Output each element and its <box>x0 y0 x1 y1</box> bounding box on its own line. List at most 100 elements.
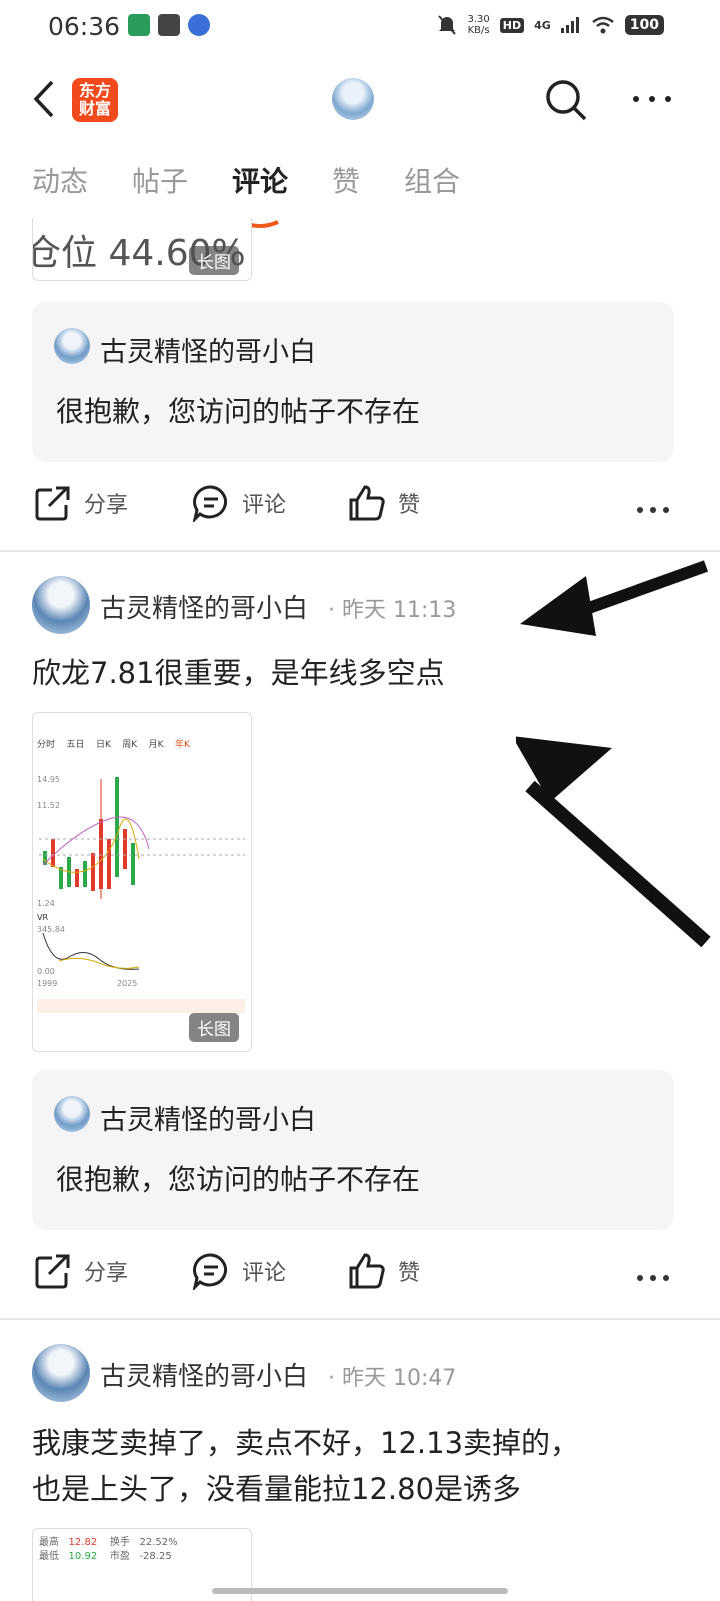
like-label: 赞 <box>398 493 421 518</box>
chart-label: 1999 <box>37 979 58 988</box>
volume-chart <box>42 932 140 970</box>
battery-indicator: 100 <box>624 15 664 35</box>
chart-label: 2025 <box>117 979 138 988</box>
post-image-thumbnail[interactable]: 仓位 44.60% 长图 <box>32 218 252 281</box>
long-image-tag: 长图 <box>189 246 239 275</box>
chart-tab: 分时 <box>37 740 56 750</box>
tab-portfolio[interactable]: 组合 <box>404 160 460 210</box>
wifi-icon <box>591 16 614 34</box>
thumb-row: 最低 10.92 市盈 -28.25 <box>39 1547 172 1562</box>
status-bar: 06:36 3.30 KB/s HD 4G 100 <box>0 0 720 56</box>
profile-tabs: 动态 帖子 评论 赞 组合 <box>32 160 460 228</box>
net-speed-value: 3.30 <box>467 14 490 25</box>
logo-line2: 财富 <box>78 99 111 118</box>
post-action-bar: 分享 评论 赞 <box>0 1252 720 1302</box>
post-divider <box>0 1318 720 1320</box>
chart-ad-banner <box>37 999 245 1013</box>
chart-tab: 月K <box>148 740 164 750</box>
thumbs-up-icon <box>349 1253 385 1289</box>
share-label: 分享 <box>84 1261 129 1286</box>
status-time: 06:36 <box>48 12 121 41</box>
tab-activity[interactable]: 动态 <box>32 160 88 210</box>
like-label: 赞 <box>398 1261 421 1286</box>
comment-icon <box>192 1253 227 1290</box>
quote-avatar[interactable] <box>54 328 90 364</box>
thumbs-up-icon <box>349 485 385 521</box>
tab-likes[interactable]: 赞 <box>332 160 360 210</box>
chart-tab: 周K <box>122 740 138 750</box>
author-avatar[interactable] <box>32 576 90 634</box>
post-text: 欣龙7.81很重要，是年线多空点 <box>32 656 445 690</box>
app-notification-icon <box>128 14 150 36</box>
tab-comments[interactable]: 评论 <box>232 160 289 228</box>
share-icon <box>35 1254 70 1289</box>
profile-avatar[interactable] <box>332 78 374 120</box>
quote-author[interactable]: 古灵精怪的哥小白 <box>100 1098 316 1137</box>
quote-author[interactable]: 古灵精怪的哥小白 <box>100 330 316 369</box>
chart-tab: 五日 <box>66 740 85 750</box>
chart-tab: 日K <box>95 740 111 750</box>
clipboard-icon <box>158 14 180 36</box>
quoted-post[interactable]: 古灵精怪的哥小白 很抱歉，您访问的帖子不存在 <box>32 302 674 462</box>
logo-line1: 东方 <box>78 81 111 100</box>
comment-label: 评论 <box>242 1261 287 1286</box>
quote-avatar[interactable] <box>54 1096 90 1132</box>
thumb-cell: 市盈 <box>109 1551 130 1562</box>
share-button[interactable]: 分享 <box>34 484 128 522</box>
chart-tab-active: 年K <box>175 740 190 750</box>
post-action-bar: 分享 评论 赞 <box>0 484 720 534</box>
app-logo[interactable]: 东方 财富 <box>72 78 118 122</box>
candlestick-chart <box>39 777 245 899</box>
chart-tab-row: 分时 五日 日K 周K 月K 年K <box>37 737 190 750</box>
post-more-icon[interactable] <box>636 500 670 520</box>
tab-comments-label: 评论 <box>232 165 289 198</box>
comment-button[interactable]: 评论 <box>192 1252 286 1290</box>
thumb-row: 最高 12.82 换手 22.52% <box>39 1533 178 1548</box>
post-text-line2: 也是上头了，没看量能拉12.80是诱多 <box>32 1472 522 1506</box>
share-button[interactable]: 分享 <box>34 1252 128 1290</box>
like-button[interactable]: 赞 <box>348 484 420 522</box>
thumb-cell: -28.25 <box>139 1551 172 1562</box>
quoted-post[interactable]: 古灵精怪的哥小白 很抱歉，您访问的帖子不存在 <box>32 1070 674 1230</box>
status-right: 3.30 KB/s HD 4G 100 <box>437 14 664 36</box>
more-dots-icon <box>633 96 671 102</box>
paw-icon <box>188 14 210 36</box>
home-indicator[interactable] <box>212 1588 508 1594</box>
mute-bell-icon <box>438 15 457 35</box>
top-nav: 东方 财富 <box>0 70 720 130</box>
post-author[interactable]: 古灵精怪的哥小白 <box>100 588 308 625</box>
share-icon <box>35 486 70 521</box>
thumb-cell: 10.92 <box>68 1551 98 1562</box>
post-author[interactable]: 古灵精怪的哥小白 <box>100 1356 308 1393</box>
comment-icon <box>192 485 227 522</box>
search-button[interactable] <box>544 78 588 122</box>
post-time: · 昨天 10:47 <box>328 1366 457 1391</box>
search-icon <box>546 80 587 121</box>
network-speed: 3.30 KB/s <box>467 14 489 36</box>
quote-text: 很抱歉，您访问的帖子不存在 <box>56 395 421 428</box>
more-button[interactable] <box>632 84 672 114</box>
chart-label: VR <box>37 913 49 922</box>
quote-text: 很抱歉，您访问的帖子不存在 <box>56 1163 421 1196</box>
long-image-tag: 长图 <box>189 1013 239 1042</box>
post-more-icon[interactable] <box>636 1268 670 1288</box>
tab-posts[interactable]: 帖子 <box>132 160 188 210</box>
signal-bars-icon <box>560 17 579 33</box>
comment-button[interactable]: 评论 <box>192 484 286 522</box>
author-avatar[interactable] <box>32 1344 90 1402</box>
back-arrow-icon <box>33 80 54 118</box>
post-text-line1: 我康芝卖掉了，卖点不好，12.13卖掉的， <box>32 1426 580 1460</box>
like-button[interactable]: 赞 <box>348 1252 420 1290</box>
net-speed-unit: KB/s <box>467 25 490 36</box>
annotation-arrows <box>516 560 711 948</box>
signal-type: 4G <box>534 18 551 32</box>
back-button[interactable] <box>28 76 64 122</box>
chart-label: 0.00 <box>37 967 55 976</box>
post-chart-image[interactable]: 分时 五日 日K 周K 月K 年K 14.95 11.52 1.24 VR 34… <box>32 712 252 1052</box>
hd-badge: HD <box>499 17 525 33</box>
comment-label: 评论 <box>242 493 287 518</box>
post-time: · 昨天 11:13 <box>328 598 457 623</box>
status-notification-icons <box>128 14 210 36</box>
share-label: 分享 <box>84 493 129 518</box>
thumb-cell: 最低 <box>39 1551 59 1562</box>
